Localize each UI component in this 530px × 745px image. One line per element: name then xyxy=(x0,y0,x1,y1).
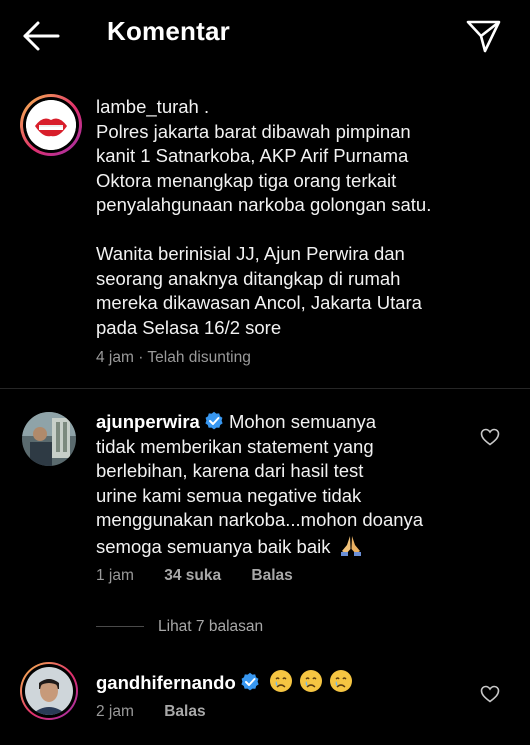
caption-line: penyalahgunaan narkoba golongan satu. xyxy=(96,194,432,215)
crying-face-icon xyxy=(269,670,292,692)
divider xyxy=(0,388,530,389)
caption-line: Oktora menangkap tiga orang terkait xyxy=(96,169,397,191)
comment-time: 1 jam xyxy=(96,567,134,584)
comment-line: Mohon semuanya xyxy=(228,411,377,432)
crying-face-icon xyxy=(300,670,323,692)
comment-line: semoga semuanya baik baik xyxy=(96,535,331,557)
caption-line: kanit 1 Satnarkoba, AKP Arif Purnama xyxy=(96,145,409,166)
avatar-ajunperwira[interactable] xyxy=(22,412,76,466)
comment-username[interactable]: gandhifernando xyxy=(96,672,236,693)
caption-line: Wanita berinisial JJ, Ajun Perwira dan xyxy=(96,243,405,264)
comment-line: urine kami semua negative tidak xyxy=(96,484,362,506)
caption-line: pada Selasa 16/2 sore xyxy=(96,316,282,338)
comment-text: ajunperwira Mohon semuanya tidak memberi… xyxy=(96,410,423,559)
comment-text: gandhifernando xyxy=(96,669,353,696)
page-title: Komentar xyxy=(107,16,230,46)
comment-meta: 1 jam 34 suka Balas xyxy=(96,567,293,585)
avatar-gandhifernando xyxy=(25,667,73,715)
avatar-lambe-turah xyxy=(26,100,76,150)
comment-line: berlebihan, karena dari hasil test xyxy=(96,460,364,481)
top-bar: Komentar xyxy=(0,0,530,80)
caption-line: seorang anaknya ditangkap di rumah xyxy=(96,267,401,289)
verified-badge-icon xyxy=(205,411,223,430)
like-heart-icon[interactable] xyxy=(480,428,500,446)
avatar-story-ring[interactable] xyxy=(20,662,78,720)
comment-line: menggunakan narkoba...mohon doanya xyxy=(96,509,424,530)
like-heart-icon[interactable] xyxy=(480,685,500,703)
reply-button[interactable]: Balas xyxy=(164,703,205,720)
caption-header: lambe_turah . xyxy=(96,95,431,120)
caption-suffix: . xyxy=(203,96,210,117)
praying-hands-icon xyxy=(340,535,361,556)
caption-line: mereka dikawasan Ancol, Jakarta Utara xyxy=(96,292,422,313)
lips-logo-icon xyxy=(26,100,76,150)
comment-meta: 2 jam Balas xyxy=(96,703,206,721)
caption-time: 4 jam xyxy=(96,349,134,366)
caption-meta: 4 jam · Telah disunting xyxy=(96,349,251,367)
paper-plane-icon[interactable] xyxy=(463,16,503,56)
comment-username[interactable]: ajunperwira xyxy=(96,411,200,432)
comment-time: 2 jam xyxy=(96,703,134,720)
comment-line: tidak memberikan statement yang xyxy=(96,435,374,457)
caption-text: lambe_turah . Polres jakarta barat dibaw… xyxy=(96,95,431,340)
caption-line: Polres jakarta barat dibawah pimpinan xyxy=(96,120,411,142)
arrow-left-icon[interactable] xyxy=(20,16,62,56)
verified-badge-icon xyxy=(241,672,259,691)
view-replies-button[interactable]: Lihat 7 balasan xyxy=(158,618,263,636)
caption-username[interactable]: lambe_turah xyxy=(96,96,199,117)
replies-line xyxy=(96,626,144,627)
crying-face-icon xyxy=(330,670,353,692)
caption-edited: · Telah disunting xyxy=(138,349,251,366)
avatar-story-ring[interactable] xyxy=(20,94,82,156)
reply-button[interactable]: Balas xyxy=(251,567,292,584)
comment-likes[interactable]: 34 suka xyxy=(164,567,221,584)
